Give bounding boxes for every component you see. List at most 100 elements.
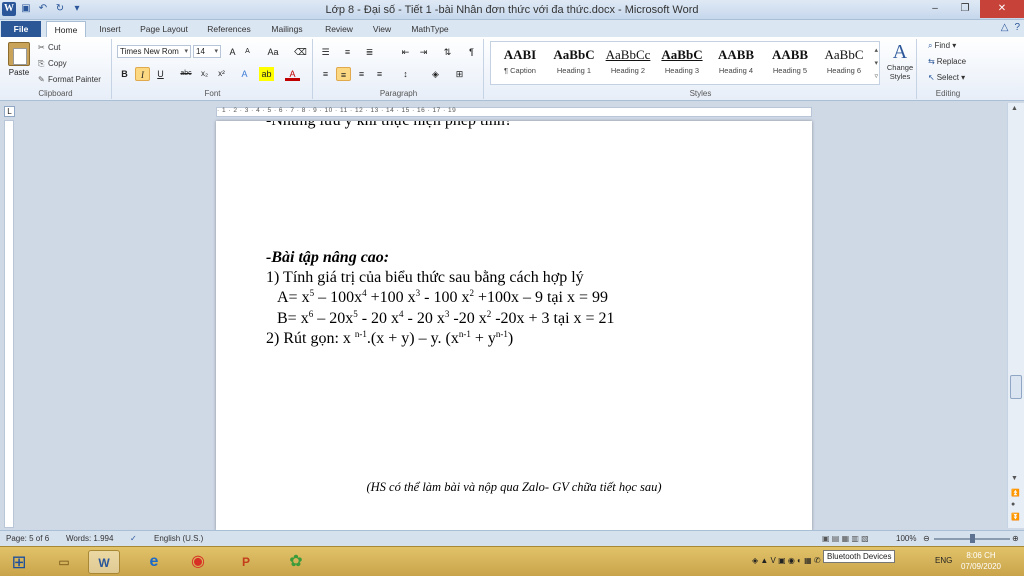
tab-references[interactable]: References (201, 21, 257, 37)
style-name: Heading 6 (826, 66, 862, 75)
zoom-slider-knob[interactable] (970, 534, 975, 543)
decrease-indent-icon[interactable]: ⇤ (398, 45, 413, 59)
page-count[interactable]: Page: 5 of 6 (6, 534, 49, 543)
tab-insert[interactable]: Insert (90, 21, 130, 37)
word-count[interactable]: Words: 1.994 (66, 534, 113, 543)
clipboard-icon (8, 42, 30, 66)
windows-start-icon[interactable]: ⊞ (6, 550, 32, 574)
previous-page-icon[interactable]: ⏫ (1011, 489, 1020, 497)
shading-icon[interactable]: ◈ (428, 67, 443, 81)
tab-mathtype[interactable]: MathType (405, 21, 455, 37)
subscript-button[interactable]: x₂ (197, 67, 212, 81)
font-size-select[interactable]: 14 (193, 45, 221, 58)
strikethrough-button[interactable]: abc (177, 67, 195, 81)
chrome-icon[interactable]: ◉ (182, 550, 214, 574)
vertical-ruler[interactable] (4, 120, 14, 528)
underline-button[interactable]: U (153, 67, 168, 81)
expr-part: .(x + y) – y. (x (366, 330, 459, 347)
multilevel-list-icon[interactable]: ≣ (362, 45, 377, 59)
highlight-icon[interactable]: ab (259, 67, 274, 81)
scroll-down-icon[interactable]: ▼ (1011, 475, 1018, 482)
tab-home[interactable]: Home (46, 21, 86, 37)
format-painter-button[interactable]: ✎ Format Painter (38, 75, 101, 84)
grow-font-button[interactable]: A (225, 45, 240, 59)
bullets-icon[interactable]: ☰ (318, 45, 333, 59)
align-left-icon[interactable]: ≡ (318, 67, 333, 81)
horizontal-ruler[interactable]: · 1 · 2 · 3 · 4 · 5 · 6 · 7 · 8 · 9 · 10… (216, 107, 812, 117)
numbering-icon[interactable]: ≡ (340, 45, 355, 59)
help-icon[interactable]: ? (1014, 22, 1020, 33)
style-heading-2[interactable]: AaBbCc Heading 2 (601, 44, 655, 82)
cut-button[interactable]: ✂ Cut (38, 43, 60, 52)
clock[interactable]: 8:06 CH 07/09/2020 (958, 550, 1004, 572)
vertical-scrollbar[interactable]: ▲ ▼ ⏫ ● ⏬ (1007, 103, 1024, 528)
clear-formatting-icon[interactable]: ⌫ (293, 45, 308, 59)
change-case-button[interactable]: Aa (263, 45, 283, 59)
sort-icon[interactable]: ⇅ (440, 45, 455, 59)
replace-button[interactable]: ⇆ Replace (928, 57, 966, 66)
minimize-button[interactable]: – (920, 0, 950, 18)
tray-icons[interactable]: ◈ ▲ V ▣ ◉ ◐ ▦ ✆ (752, 556, 821, 565)
italic-button[interactable]: I (135, 67, 150, 81)
proofing-icon[interactable]: ✓ (130, 534, 137, 543)
powerpoint-icon[interactable]: P (230, 550, 262, 574)
zoom-in-icon[interactable]: ⊕ (1012, 534, 1019, 543)
clock-time: 8:06 CH (966, 551, 996, 560)
internet-explorer-icon[interactable]: e (138, 550, 170, 574)
style-heading-3[interactable]: AaBbC Heading 3 (655, 44, 709, 82)
increase-indent-icon[interactable]: ⇥ (416, 45, 431, 59)
clock-date: 07/09/2020 (960, 562, 1002, 571)
text-effects-icon[interactable]: A (237, 67, 252, 81)
change-styles-button[interactable]: A Change Styles (884, 41, 916, 81)
tab-selector[interactable]: L (4, 106, 15, 117)
document-page[interactable]: -Những lưu ý khi thực hiện phép tính? -B… (216, 121, 812, 531)
find-button[interactable]: ⌕ Find ▾ (928, 41, 956, 51)
style-preview: AaBbC (553, 47, 595, 62)
tab-mailings[interactable]: Mailings (263, 21, 311, 37)
copy-button[interactable]: ⎘ Copy (38, 59, 67, 69)
file-explorer-icon[interactable]: ▭ (48, 550, 80, 574)
next-page-icon[interactable]: ⏬ (1011, 513, 1020, 521)
scroll-up-icon[interactable]: ▲ (1011, 105, 1018, 112)
line-spacing-icon[interactable]: ↕ (398, 67, 413, 81)
zoom-level[interactable]: 100% (896, 534, 916, 543)
style-heading-6[interactable]: AaBbC Heading 6 (817, 44, 871, 82)
align-center-icon[interactable]: ≡ (336, 67, 351, 81)
superscript-button[interactable]: x² (214, 67, 229, 81)
select-icon: ↖ (928, 73, 935, 82)
font-name-select[interactable]: Times New Rom (117, 45, 191, 58)
select-button[interactable]: ↖ Select ▾ (928, 73, 965, 82)
paste-label: Paste (8, 68, 30, 77)
tab-page-layout[interactable]: Page Layout (134, 21, 194, 37)
paste-button[interactable]: Paste (6, 42, 32, 77)
bold-button[interactable]: B (117, 67, 132, 81)
ruler-numbers: · 1 · 2 · 3 · 4 · 5 · 6 · 7 · 8 · 9 · 10… (217, 107, 457, 114)
style-heading-4[interactable]: AABB Heading 4 (709, 44, 763, 82)
minimize-ribbon-icon[interactable]: △ (1001, 22, 1009, 33)
show-marks-button[interactable]: ¶ (464, 45, 479, 59)
style-caption[interactable]: AABI ¶ Caption (493, 44, 547, 82)
align-right-icon[interactable]: ≡ (354, 67, 369, 81)
language-indicator[interactable]: English (U.S.) (154, 534, 203, 543)
borders-icon[interactable]: ⊞ (452, 67, 467, 81)
tab-file[interactable]: File (1, 21, 41, 37)
style-heading-5[interactable]: AABB Heading 5 (763, 44, 817, 82)
tab-view[interactable]: View (366, 21, 398, 37)
styles-scroll-icon[interactable]: ▴ ▾ ▿ (874, 44, 878, 83)
maximize-button[interactable]: ❐ (950, 0, 980, 18)
browse-object-icon[interactable]: ● (1011, 501, 1015, 508)
shrink-font-button[interactable]: A (240, 45, 255, 59)
style-preview: AaBbC (824, 47, 864, 62)
view-buttons-icon[interactable]: ▣ ▤ ▦ ▥ ▧ (822, 534, 869, 543)
font-color-icon[interactable]: A (285, 67, 300, 81)
style-preview: AaBbCc (605, 47, 651, 62)
style-heading-1[interactable]: AaBbC Heading 1 (547, 44, 601, 82)
zoom-out-icon[interactable]: ⊖ (923, 534, 930, 543)
word-taskbar-icon[interactable]: W (88, 550, 120, 574)
tab-review[interactable]: Review (318, 21, 360, 37)
close-button[interactable]: ✕ (980, 0, 1024, 18)
scroll-thumb[interactable] (1010, 375, 1022, 399)
justify-icon[interactable]: ≡ (372, 67, 387, 81)
app-icon[interactable]: ✿ (280, 550, 312, 574)
input-language[interactable]: ENG (935, 556, 952, 565)
